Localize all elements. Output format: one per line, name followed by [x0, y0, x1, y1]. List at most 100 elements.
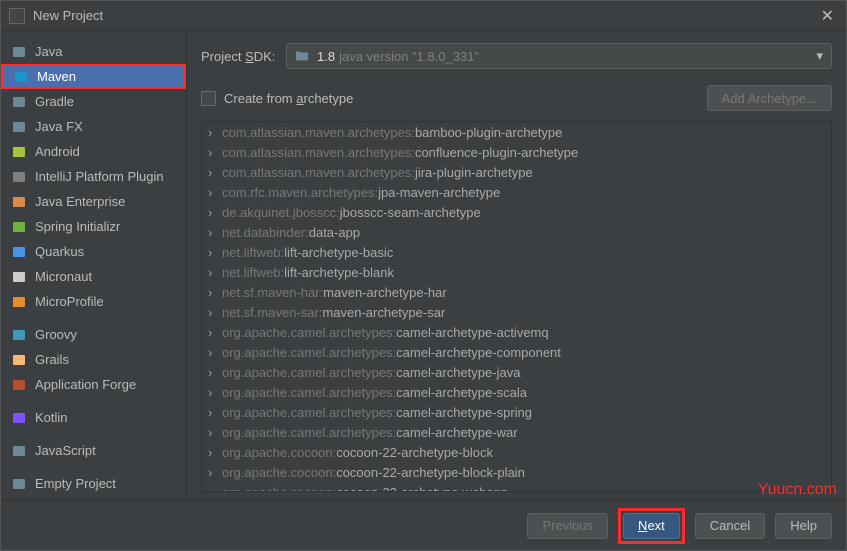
archetype-group: org.apache.cocoon:: [222, 485, 336, 493]
archetype-group: net.databinder:: [222, 225, 309, 240]
sidebar-item-javascript[interactable]: JavaScript: [1, 438, 186, 463]
maven-icon: [13, 69, 29, 85]
chevron-right-icon: ›: [208, 225, 222, 240]
archetype-group: org.apache.cocoon:: [222, 465, 336, 480]
archetype-artifact: camel-archetype-activemq: [396, 325, 548, 340]
sidebar-item-micronaut[interactable]: Micronaut: [1, 264, 186, 289]
archetype-item[interactable]: ›com.rfc.maven.archetypes:jpa-maven-arch…: [202, 182, 831, 202]
sidebar-item-label: Maven: [37, 69, 76, 84]
previous-button[interactable]: Previous: [527, 513, 608, 539]
next-button[interactable]: Next: [623, 513, 680, 539]
sidebar-item-label: Grails: [35, 352, 69, 367]
archetype-item[interactable]: ›com.atlassian.maven.archetypes:jira-plu…: [202, 162, 831, 182]
archetype-check-row: Create from archetype Add Archetype...: [201, 85, 832, 111]
sidebar-item-kotlin[interactable]: Kotlin: [1, 405, 186, 430]
archetype-item[interactable]: ›org.apache.cocoon:cocoon-22-archetype-b…: [202, 462, 831, 482]
archetype-group: com.atlassian.maven.archetypes:: [222, 145, 415, 160]
groovy-icon: [11, 327, 27, 343]
sidebar-item-microprofile[interactable]: MicroProfile: [1, 289, 186, 314]
archetype-item[interactable]: ›net.databinder:data-app: [202, 222, 831, 242]
help-button[interactable]: Help: [775, 513, 832, 539]
chevron-right-icon: ›: [208, 485, 222, 493]
sidebar-item-maven[interactable]: Maven: [1, 64, 186, 89]
sidebar-item-application-forge[interactable]: Application Forge: [1, 372, 186, 397]
sidebar-item-gradle[interactable]: Gradle: [1, 89, 186, 114]
archetype-group: org.apache.camel.archetypes:: [222, 325, 396, 340]
chevron-right-icon: ›: [208, 325, 222, 340]
sidebar-item-grails[interactable]: Grails: [1, 347, 186, 372]
archetype-artifact: lift-archetype-basic: [284, 245, 393, 260]
archetype-artifact: cocoon-22-archetype-block-plain: [336, 465, 525, 480]
archetype-artifact: bamboo-plugin-archetype: [415, 125, 562, 140]
sidebar-item-empty-project[interactable]: Empty Project: [1, 471, 186, 496]
archetype-item[interactable]: ›org.apache.cocoon:cocoon-22-archetype-b…: [202, 442, 831, 462]
archetype-item[interactable]: ›net.sf.maven-har:maven-archetype-har: [202, 282, 831, 302]
archetype-group: com.rfc.maven.archetypes:: [222, 185, 378, 200]
sidebar-item-label: Spring Initializr: [35, 219, 120, 234]
archetype-artifact: jira-plugin-archetype: [415, 165, 533, 180]
archetype-item[interactable]: ›com.atlassian.maven.archetypes:bamboo-p…: [202, 122, 831, 142]
sidebar-item-label: Java Enterprise: [35, 194, 125, 209]
cancel-button[interactable]: Cancel: [695, 513, 765, 539]
sidebar-item-java-fx[interactable]: Java FX: [1, 114, 186, 139]
archetype-group: org.apache.camel.archetypes:: [222, 365, 396, 380]
dialog-body: Java Maven Gradle Java FX AndroidIntelliJ Pl…: [1, 31, 846, 500]
chevron-down-icon: ▾: [816, 48, 823, 64]
archetype-item[interactable]: ›org.apache.camel.archetypes:camel-arche…: [202, 382, 831, 402]
archetype-item[interactable]: ›org.apache.camel.archetypes:camel-arche…: [202, 362, 831, 382]
archetype-group: net.sf.maven-har:: [222, 285, 323, 300]
archetype-artifact: jpa-maven-archetype: [378, 185, 500, 200]
gradle-icon: [11, 94, 27, 110]
archetype-item[interactable]: ›org.apache.camel.archetypes:camel-arche…: [202, 342, 831, 362]
sidebar-item-label: Groovy: [35, 327, 77, 342]
sidebar-item-label: Application Forge: [35, 377, 136, 392]
chevron-right-icon: ›: [208, 205, 222, 220]
archetype-item[interactable]: ›net.liftweb:lift-archetype-basic: [202, 242, 831, 262]
archetype-artifact: maven-archetype-har: [323, 285, 447, 300]
dialog-footer: Previous Next Cancel Help: [1, 500, 846, 550]
sdk-dropdown[interactable]: 1.8 java version "1.8.0_331" ▾: [286, 43, 832, 69]
sidebar-item-android[interactable]: Android: [1, 139, 186, 164]
archetype-item[interactable]: ›org.apache.camel.archetypes:camel-arche…: [202, 402, 831, 422]
titlebar: New Project ✕: [1, 1, 846, 31]
sidebar-item-quarkus[interactable]: Quarkus: [1, 239, 186, 264]
sidebar-item-label: JavaScript: [35, 443, 96, 458]
archetype-group: org.apache.camel.archetypes:: [222, 405, 396, 420]
kotlin-icon: [11, 410, 27, 426]
chevron-right-icon: ›: [208, 405, 222, 420]
chevron-right-icon: ›: [208, 165, 222, 180]
folder-icon: [11, 119, 27, 135]
archetype-item[interactable]: ›de.akquinet.jbosscc:jbosscc-seam-archet…: [202, 202, 831, 222]
sidebar-item-groovy[interactable]: Groovy: [1, 322, 186, 347]
grails-icon: [11, 352, 27, 368]
folder-icon: [295, 49, 309, 63]
add-archetype-button[interactable]: Add Archetype...: [707, 85, 832, 111]
archetype-artifact: lift-archetype-blank: [284, 265, 394, 280]
folder-icon: [11, 44, 27, 60]
archetype-group: org.apache.cocoon:: [222, 445, 336, 460]
sdk-row: Project SDK: 1.8 java version "1.8.0_331…: [201, 43, 832, 69]
chevron-right-icon: ›: [208, 285, 222, 300]
sidebar-item-intellij-platform-plugin[interactable]: IntelliJ Platform Plugin: [1, 164, 186, 189]
archetype-item[interactable]: ›org.apache.cocoon:cocoon-22-archetype-w…: [202, 482, 831, 492]
archetype-item[interactable]: ›net.liftweb:lift-archetype-blank: [202, 262, 831, 282]
close-icon[interactable]: ✕: [817, 6, 838, 26]
sidebar-item-java[interactable]: Java: [1, 39, 186, 64]
chevron-right-icon: ›: [208, 305, 222, 320]
archetype-list[interactable]: ›com.atlassian.maven.archetypes:bamboo-p…: [201, 121, 832, 492]
archetype-item[interactable]: ›org.apache.camel.archetypes:camel-arche…: [202, 322, 831, 342]
archetype-item[interactable]: ›net.sf.maven-sar:maven-archetype-sar: [202, 302, 831, 322]
sidebar-item-java-enterprise[interactable]: Java Enterprise: [1, 189, 186, 214]
sidebar-item-label: Java FX: [35, 119, 83, 134]
chevron-right-icon: ›: [208, 145, 222, 160]
archetype-artifact: cocoon-22-archetype-webapp: [336, 485, 508, 493]
create-from-archetype-checkbox[interactable]: [201, 91, 216, 106]
js-icon: [11, 443, 27, 459]
archetype-artifact: camel-archetype-spring: [396, 405, 532, 420]
archetype-group: org.apache.camel.archetypes:: [222, 345, 396, 360]
sidebar-item-label: Gradle: [35, 94, 74, 109]
archetype-item[interactable]: ›com.atlassian.maven.archetypes:confluen…: [202, 142, 831, 162]
archetype-item[interactable]: ›org.apache.camel.archetypes:camel-arche…: [202, 422, 831, 442]
sidebar-item-spring-initializr[interactable]: Spring Initializr: [1, 214, 186, 239]
plugin-icon: [11, 169, 27, 185]
